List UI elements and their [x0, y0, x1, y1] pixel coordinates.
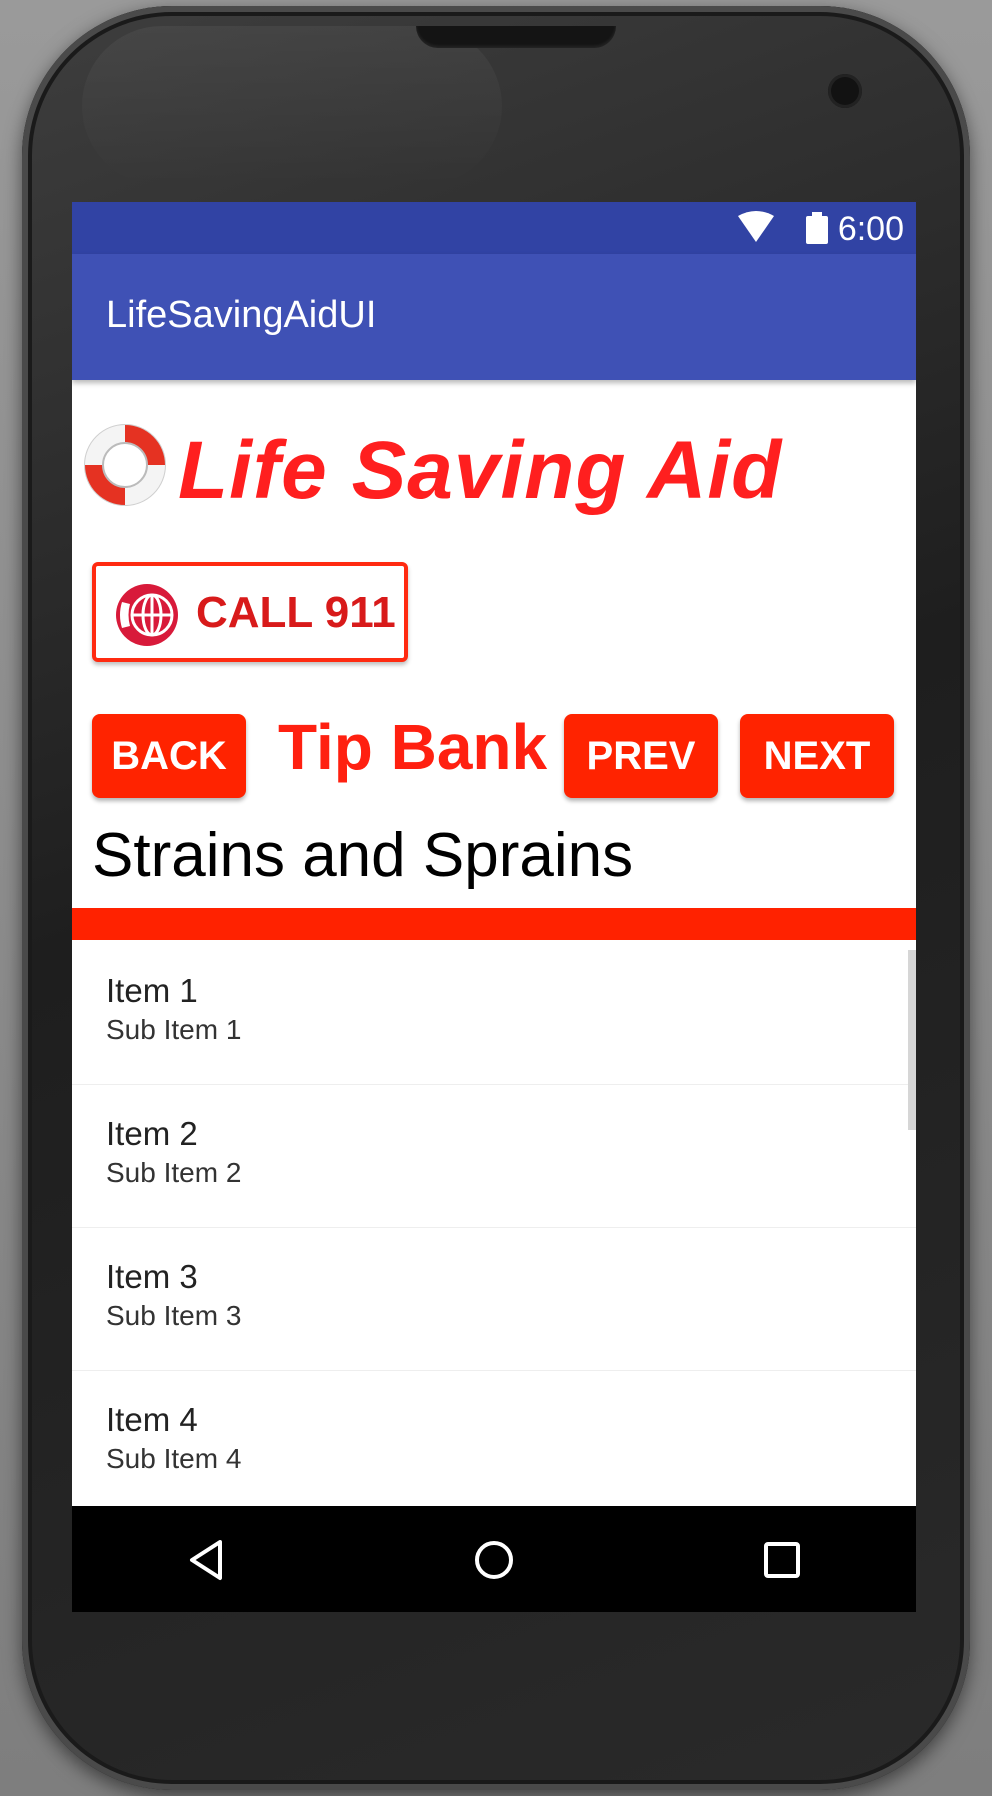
system-nav-bar	[72, 1506, 916, 1612]
list-item-title: Item 1	[106, 972, 198, 1009]
call-911-button[interactable]: CALL 911	[92, 562, 408, 662]
app-title: LifeSavingAidUI	[106, 294, 377, 336]
divider-bar	[72, 908, 916, 940]
list-item-subtitle: Sub Item 4	[106, 1443, 242, 1474]
list-item[interactable]: Item 4 Sub Item 4	[72, 1371, 916, 1506]
list-item[interactable]: Item 3 Sub Item 3	[72, 1228, 916, 1371]
list-item-title: Item 4	[106, 1401, 198, 1438]
status-time: 6:00	[837, 210, 904, 248]
tip-title: Strains and Sprains	[92, 821, 634, 890]
list-item[interactable]: Item 2 Sub Item 2	[72, 1085, 916, 1228]
phone-gloss	[82, 26, 502, 186]
wifi-icon	[738, 211, 774, 242]
app-bar: LifeSavingAidUI	[72, 254, 916, 380]
front-camera	[828, 74, 862, 108]
back-button[interactable]: BACK	[92, 714, 246, 798]
device-screen: 6:00 LifeSavingAidUI Life Saving Aid CAL…	[72, 202, 916, 1612]
list-item-subtitle: Sub Item 1	[106, 1014, 242, 1045]
tip-list[interactable]: Item 1 Sub Item 1 Item 2 Sub Item 2 Item…	[72, 940, 916, 1506]
list-item[interactable]: Item 1 Sub Item 1	[72, 942, 916, 1085]
next-button[interactable]: NEXT	[740, 714, 894, 798]
prev-button[interactable]: PREV	[564, 714, 718, 798]
call-911-label: CALL 911	[196, 588, 396, 637]
list-item-subtitle: Sub Item 2	[106, 1157, 242, 1188]
list-item-title: Item 3	[106, 1258, 198, 1295]
logo-header: Life Saving Aid	[80, 420, 910, 520]
earpiece-speaker	[416, 26, 616, 48]
tip-bank-title: Tip Bank	[278, 711, 548, 783]
app-logo-text: Life Saving Aid	[178, 425, 783, 516]
globe-phone-icon	[116, 584, 178, 646]
home-circle-icon[interactable]	[470, 1536, 518, 1584]
list-item-subtitle: Sub Item 3	[106, 1300, 242, 1331]
list-item-title: Item 2	[106, 1115, 198, 1152]
list-scrollbar[interactable]	[908, 950, 916, 1130]
lifebuoy-icon	[84, 424, 166, 506]
recents-square-icon[interactable]	[758, 1536, 806, 1584]
status-icons	[736, 210, 816, 246]
battery-icon	[806, 212, 828, 244]
status-bar: 6:00	[72, 202, 916, 254]
back-triangle-icon[interactable]	[182, 1536, 230, 1584]
